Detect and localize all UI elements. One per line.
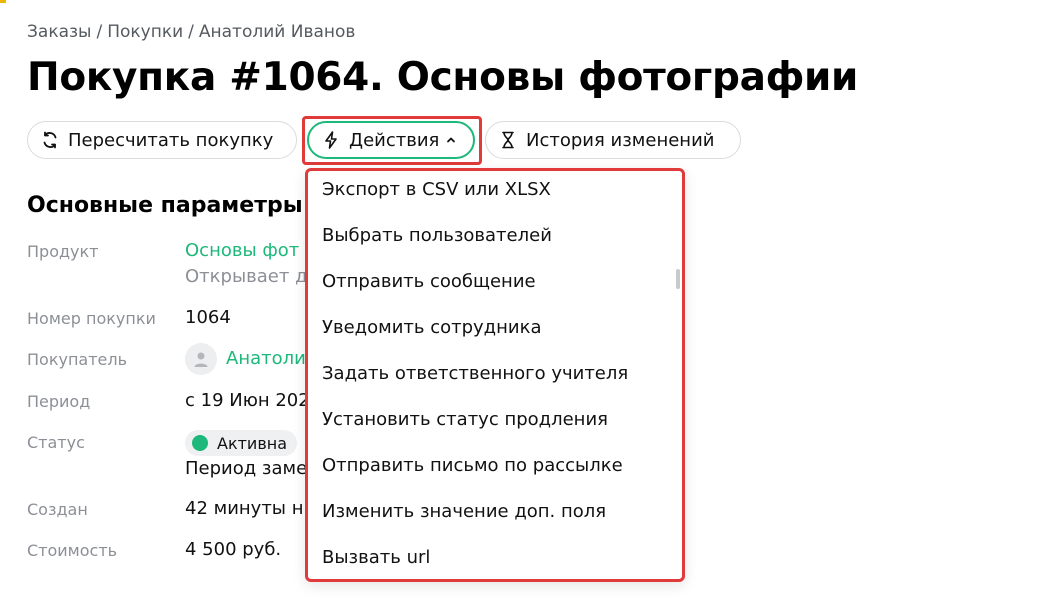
purchase-number-value: 1064 <box>185 307 231 328</box>
breadcrumb-customer[interactable]: Анатолий Иванов <box>199 22 356 42</box>
created-value: 42 минуты н <box>185 498 304 519</box>
menu-item-send-newsletter[interactable]: Отправить письмо по рассылке <box>322 455 623 476</box>
menu-item-change-extra-field[interactable]: Изменить значение доп. поля <box>322 501 606 522</box>
product-label: Продукт <box>27 242 99 261</box>
refresh-icon <box>40 130 60 150</box>
section-title: Основные параметры <box>27 193 303 218</box>
status-badge: Активна <box>185 430 298 456</box>
created-label: Создан <box>27 500 88 519</box>
status-label: Статус <box>27 433 85 452</box>
dropdown-scrollbar-thumb[interactable] <box>676 269 680 289</box>
menu-item-export-csv-xlsx[interactable]: Экспорт в CSV или XLSX <box>322 179 551 200</box>
breadcrumb-separator: / <box>188 22 194 42</box>
recalculate-purchase-button[interactable]: Пересчитать покупку <box>27 121 297 159</box>
breadcrumb-orders[interactable]: Заказы <box>27 22 91 42</box>
actions-dropdown-menu: Экспорт в CSV или XLSX Выбрать пользоват… <box>305 168 685 582</box>
dropdown-scrollbar[interactable] <box>674 171 682 579</box>
product-note: Открывает д <box>185 266 308 287</box>
status-dot-icon <box>192 435 208 451</box>
chevron-up-icon <box>445 134 457 146</box>
cost-label: Стоимость <box>27 541 118 560</box>
actions-label: Действия <box>349 129 440 151</box>
period-label: Период <box>27 392 91 411</box>
product-link[interactable]: Основы фот <box>185 240 299 261</box>
recalculate-purchase-label: Пересчитать покупку <box>68 129 274 151</box>
breadcrumb-purchases[interactable]: Покупки <box>107 22 183 42</box>
user-icon <box>194 352 208 367</box>
menu-item-assign-teacher[interactable]: Задать ответственного учителя <box>322 363 628 384</box>
breadcrumb: Заказы / Покупки / Анатолий Иванов <box>27 22 355 42</box>
lightning-icon <box>321 130 341 150</box>
menu-item-set-renewal-status[interactable]: Установить статус продления <box>322 409 608 430</box>
menu-item-call-url[interactable]: Вызвать url <box>322 547 430 568</box>
page-title: Покупка #1064. Основы фотографии <box>27 55 859 100</box>
menu-item-notify-employee[interactable]: Уведомить сотрудника <box>322 317 542 338</box>
menu-item-send-message[interactable]: Отправить сообщение <box>322 271 536 292</box>
period-value: с 19 Июн 202 <box>185 390 310 411</box>
page: Заказы / Покупки / Анатолий Иванов Покупка #… <box>0 0 1041 600</box>
buyer-label: Покупатель <box>27 350 128 369</box>
purchase-number-label: Номер покупки <box>27 309 156 328</box>
avatar <box>185 343 217 375</box>
status-note: Период заме <box>185 458 308 479</box>
hourglass-icon <box>498 130 518 150</box>
status-badge-label: Активна <box>217 433 288 453</box>
breadcrumb-separator: / <box>96 22 103 42</box>
top-accent <box>0 0 6 3</box>
buyer-link[interactable]: Анатоли <box>226 348 306 369</box>
menu-item-select-users[interactable]: Выбрать пользователей <box>322 225 552 246</box>
actions-button[interactable]: Действия <box>307 121 475 159</box>
change-history-button[interactable]: История изменений <box>485 121 741 159</box>
change-history-label: История изменений <box>526 129 715 151</box>
cost-value: 4 500 руб. <box>185 539 282 560</box>
